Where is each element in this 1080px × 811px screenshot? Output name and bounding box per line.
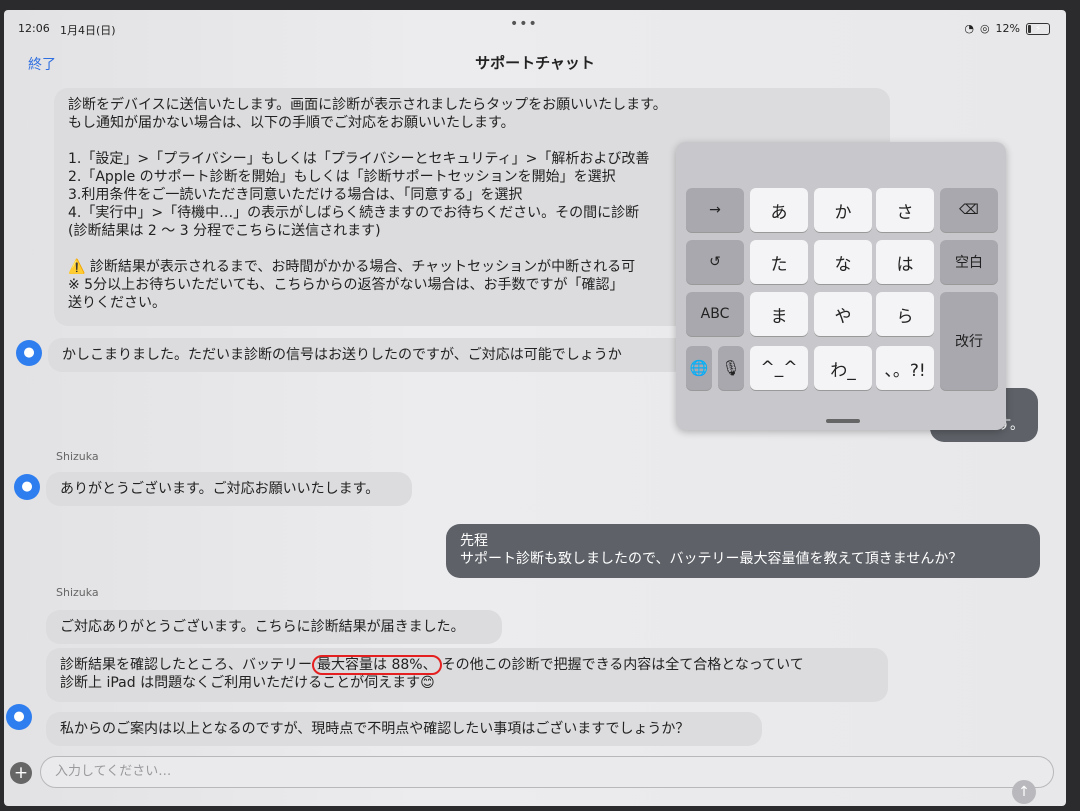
nav-bar: 終了 サポートチャット — [4, 40, 1066, 86]
result-text-c: その他この診断で把握できる内容は全て合格となっていて — [441, 657, 804, 673]
space-key[interactable]: 空白 — [940, 240, 998, 284]
arrow-key[interactable]: → — [686, 188, 744, 232]
apple-avatar-icon: ● — [6, 704, 32, 730]
key-ma[interactable]: ま — [750, 292, 808, 336]
key-wa[interactable]: わ_ — [814, 346, 872, 390]
key-ta[interactable]: た — [750, 240, 808, 284]
input-bar: + 入力してください… ↑ — [4, 748, 1066, 806]
message-bubble-closing: 私からのご案内は以上となるのですが、現時点で不明点や確認したい事項はございますで… — [46, 712, 762, 746]
message-bubble-user-question: 先程 サポート診断も致しましたので、バッテリー最大容量値を教えて頂きませんか？ — [446, 524, 1040, 578]
delete-key[interactable]: ⌫ — [940, 188, 998, 232]
key-punctuation[interactable]: 、。?! — [876, 346, 934, 390]
status-time: 12:06 — [18, 22, 50, 35]
floating-keyboard: → あ か さ ⌫ ↺ た な は 空白 ABC ま や ら 改行 🌐 🎙 ^_… — [676, 142, 1006, 430]
send-button[interactable]: ↑ — [1012, 780, 1036, 804]
key-ha[interactable]: は — [876, 240, 934, 284]
ipad-screen: 12:06 1月4日(日) ••• ◔ ◎ 12% ⚡ 終了 サポートチャット … — [4, 10, 1066, 806]
sender-name: Shizuka — [56, 450, 99, 463]
message-bubble-result-arrived: ご対応ありがとうございます。こちらに診断結果が届きました。 — [46, 610, 502, 644]
sender-name: Shizuka — [56, 586, 99, 599]
page-title: サポートチャット — [475, 54, 595, 72]
key-kaomoji[interactable]: ^_^ — [750, 346, 808, 390]
apple-avatar-icon: ● — [16, 340, 42, 366]
status-date: 1月4日(日) — [60, 24, 116, 37]
message-bubble-battery-result: 診断結果を確認したところ、バッテリー 最大容量は 88%、 その他この診断で把握でき… — [46, 648, 888, 702]
result-text-a: 診断結果を確認したところ、バッテリー — [60, 657, 312, 673]
status-bar: 12:06 1月4日(日) ••• ◔ ◎ 12% ⚡ — [4, 10, 1066, 40]
result-text-d: 診断上 iPad は問題なくご利用いただけることが伺えます😊 — [60, 675, 435, 691]
globe-icon[interactable]: 🌐 — [686, 346, 712, 390]
keyboard-drag-handle[interactable] — [826, 419, 860, 423]
key-na[interactable]: な — [814, 240, 872, 284]
microphone-icon[interactable]: 🎙 — [718, 346, 744, 390]
add-attachment-button[interactable]: + — [10, 762, 32, 784]
apple-avatar-icon: ● — [14, 474, 40, 500]
key-ka[interactable]: か — [814, 188, 872, 232]
message-bubble-ack: かしこまりました。ただいま診断の信号はお送りしたのですが、ご対応は可能でしょうか — [48, 338, 688, 372]
key-a[interactable]: あ — [750, 188, 808, 232]
message-input[interactable]: 入力してください… — [40, 756, 1054, 788]
key-sa[interactable]: さ — [876, 188, 934, 232]
key-ya[interactable]: や — [814, 292, 872, 336]
battery-icon: ⚡ — [1026, 22, 1050, 35]
message-bubble-thanks: ありがとうございます。ご対応お願いいたします。 — [46, 472, 412, 506]
undo-key[interactable]: ↺ — [686, 240, 744, 284]
enter-key[interactable]: 改行 — [940, 292, 998, 390]
battery-percent: 12% — [995, 22, 1020, 35]
multitasking-dots-icon[interactable]: ••• — [510, 16, 538, 32]
key-ra[interactable]: ら — [876, 292, 934, 336]
rotation-lock-icon: ◎ — [979, 22, 990, 35]
battery-capacity-highlight: 最大容量は 88%、 — [312, 655, 442, 675]
abc-key[interactable]: ABC — [686, 292, 744, 336]
wifi-icon: ◔ — [964, 22, 974, 35]
